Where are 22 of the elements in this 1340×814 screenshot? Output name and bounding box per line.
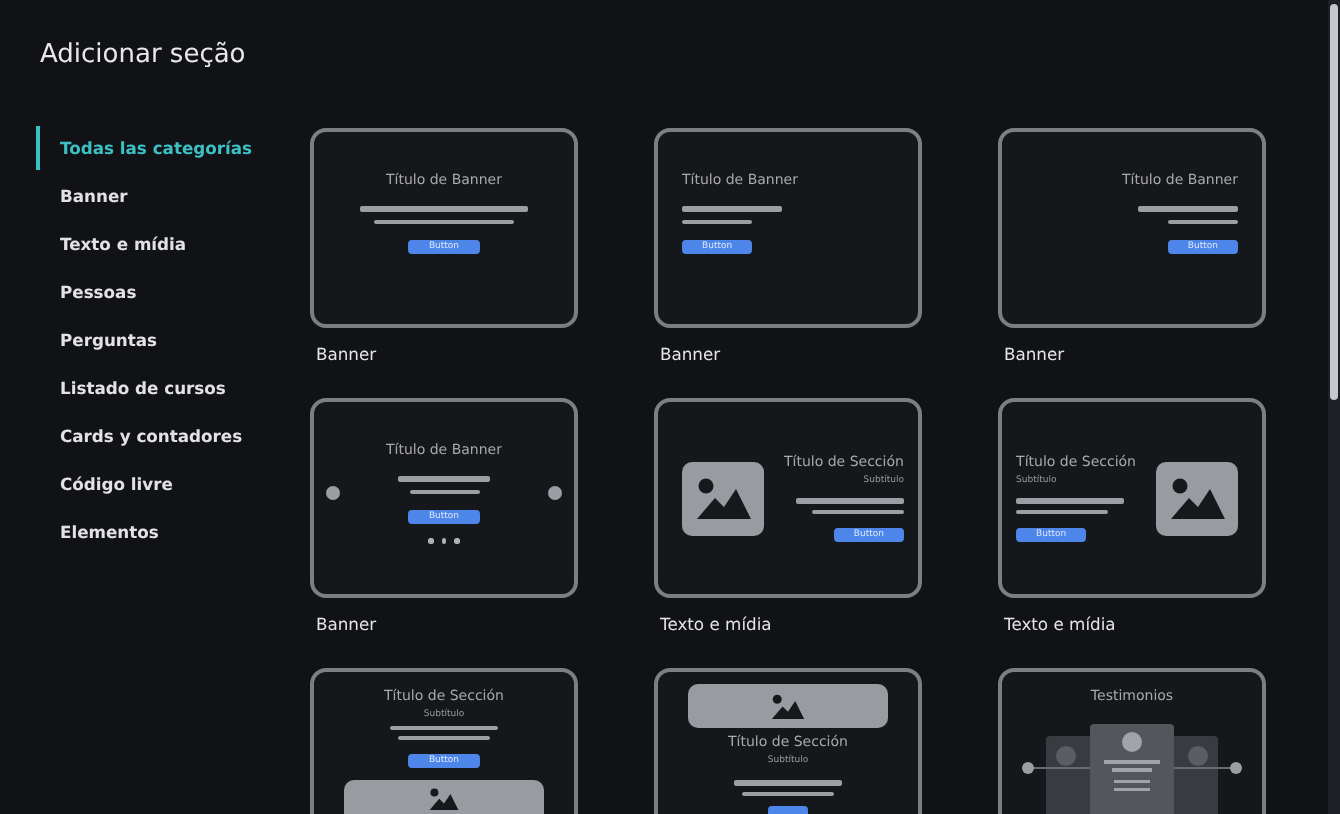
- section-label: Banner: [1002, 344, 1067, 364]
- section-label: Banner: [314, 344, 379, 364]
- category-item[interactable]: Cards y contadores: [36, 414, 300, 458]
- mountain-icon: [428, 786, 460, 812]
- mountain-icon: [693, 474, 753, 522]
- dialog-title: Adicionar seção: [40, 40, 248, 70]
- section-label: Banner: [314, 614, 379, 634]
- category-item[interactable]: Perguntas: [36, 318, 300, 362]
- mountain-icon: [770, 691, 806, 721]
- section-label: Texto e mídia: [658, 614, 774, 634]
- category-item[interactable]: Texto e mídia: [36, 222, 300, 266]
- mountain-icon: [1167, 474, 1227, 522]
- category-item[interactable]: Pessoas: [36, 270, 300, 314]
- category-item[interactable]: Código livre: [36, 462, 300, 506]
- section-label: Texto e mídia: [1002, 614, 1118, 634]
- pagination-dots-icon: [428, 538, 460, 543]
- category-item[interactable]: Elementos: [36, 510, 300, 554]
- scrollbar[interactable]: [1328, 0, 1340, 814]
- category-item[interactable]: Listado de cursos: [36, 366, 300, 410]
- section-label: Banner: [658, 344, 723, 364]
- category-item[interactable]: Todas las categorías: [36, 126, 300, 170]
- category-item[interactable]: Banner: [36, 174, 300, 218]
